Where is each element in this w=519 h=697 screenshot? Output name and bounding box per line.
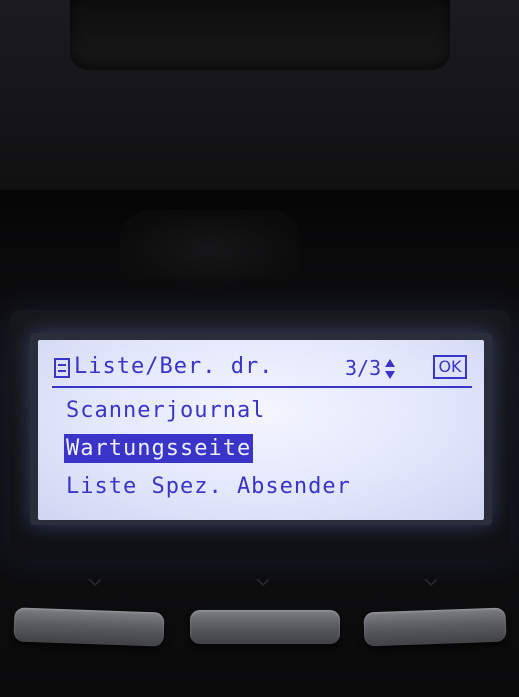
chevron-down-icon	[424, 578, 438, 586]
ok-button[interactable]: OK	[433, 355, 467, 379]
menu-item-wartungsseite[interactable]: Wartungsseite	[64, 430, 464, 468]
menu-item-liste-spez-absender[interactable]: Liste Spez. Absender	[64, 468, 464, 506]
printer-top-housing	[0, 0, 519, 190]
list-menu-icon	[54, 358, 70, 378]
lcd-screen: Liste/Ber. dr. 3/3 OK Scannerjournal War…	[38, 340, 484, 520]
soft-key-right[interactable]	[363, 607, 507, 647]
menu-item-label: Scannerjournal	[66, 398, 266, 423]
soft-key-center[interactable]	[190, 610, 340, 644]
soft-key-left[interactable]	[13, 607, 165, 647]
page-indicator: 3/3	[345, 356, 382, 380]
report-menu-list: Scannerjournal Wartungsseite Liste Spez.…	[64, 392, 464, 506]
lcd-header: Liste/Ber. dr. 3/3 OK	[52, 352, 472, 388]
menu-item-label: Liste Spez. Absender	[66, 474, 351, 499]
screen-title: Liste/Ber. dr.	[74, 354, 274, 379]
up-down-arrow-icon	[385, 359, 395, 379]
paper-output-recess	[70, 0, 450, 70]
panel-reflection	[120, 210, 300, 290]
chevron-down-icon	[88, 578, 102, 586]
printer-control-panel: Liste/Ber. dr. 3/3 OK Scannerjournal War…	[0, 0, 519, 697]
chevron-down-icon	[256, 578, 270, 586]
menu-item-label: Wartungsseite	[64, 434, 254, 463]
menu-item-scannerjournal[interactable]: Scannerjournal	[64, 392, 464, 430]
